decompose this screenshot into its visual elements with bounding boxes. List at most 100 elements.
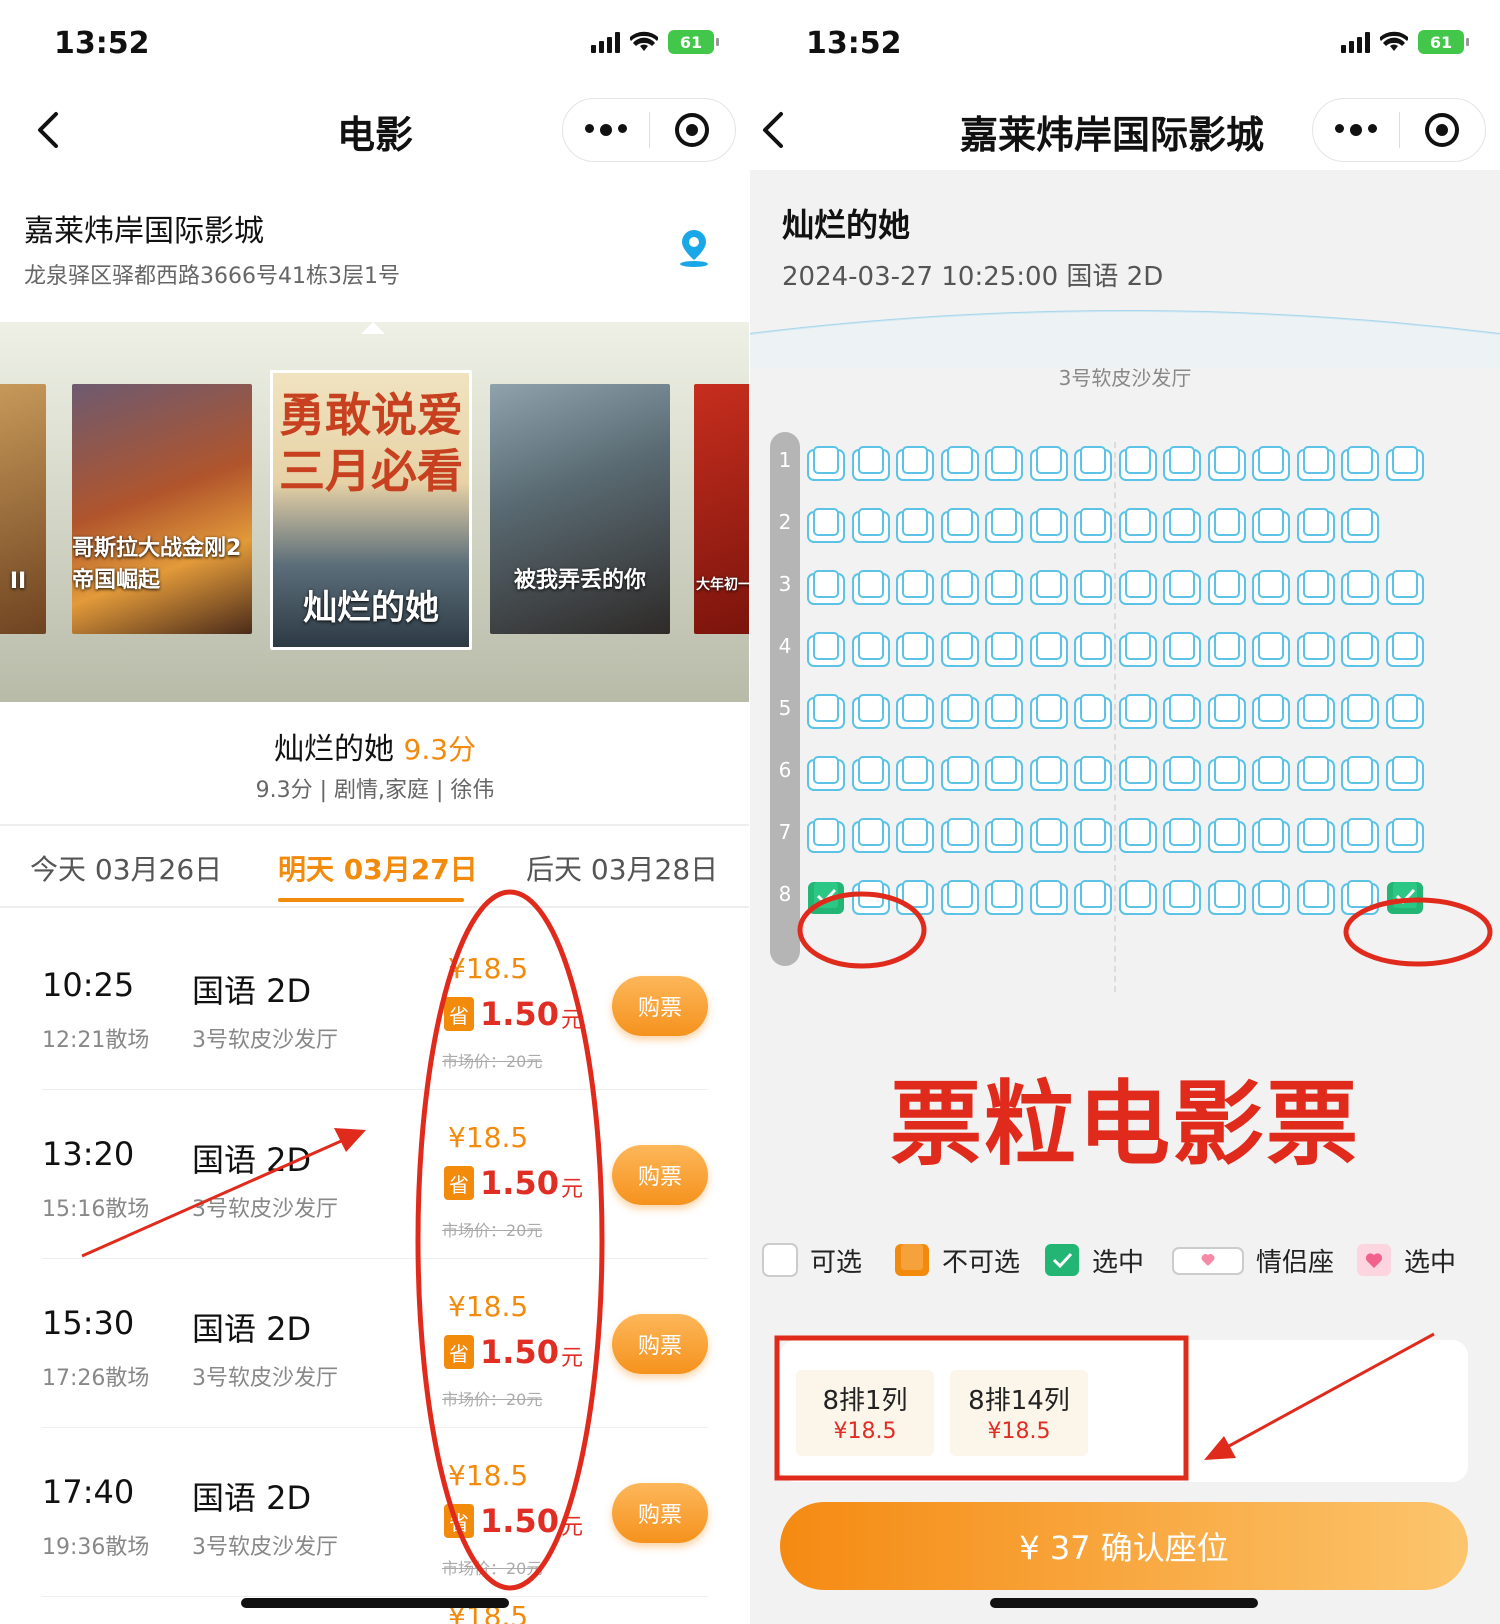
buy-ticket-button[interactable]: 购票	[612, 976, 708, 1036]
seat-available[interactable]	[1029, 630, 1069, 670]
seat-available[interactable]	[1073, 816, 1113, 856]
confirm-seat-button[interactable]: ¥ 37 确认座位	[780, 1502, 1468, 1590]
seat-available[interactable]	[895, 568, 935, 608]
seat-available[interactable]	[1207, 568, 1247, 608]
showtime-row[interactable]: 13:20 15:16散场 国语 2D 3号软皮沙发厅 ¥18.5 省 1.50 元市场价：2…	[0, 1091, 750, 1259]
seat-available[interactable]	[1385, 754, 1425, 794]
poster-selected-movie[interactable]: 勇敢说爱 三月必看 灿烂的她	[270, 370, 472, 650]
seat-available[interactable]	[1251, 568, 1291, 608]
seat-available[interactable]	[1296, 444, 1336, 484]
seat-available[interactable]	[1073, 444, 1113, 484]
seat-available[interactable]	[1251, 816, 1291, 856]
seat-available[interactable]	[851, 630, 891, 670]
more-icon[interactable]	[563, 124, 649, 136]
buy-ticket-button[interactable]: 购票	[612, 1314, 708, 1374]
seat-available[interactable]	[851, 754, 891, 794]
showtime-row[interactable]: 10:25 12:21散场 国语 2D 3号软皮沙发厅 ¥18.5 省 1.50 元市场价：2…	[0, 922, 750, 1090]
seat-available[interactable]	[1251, 506, 1291, 546]
seat-available[interactable]	[1251, 754, 1291, 794]
selected-seat-chip[interactable]: 8排1列 ¥18.5	[796, 1370, 934, 1456]
buy-ticket-button[interactable]: 购票	[612, 1145, 708, 1205]
seat-available[interactable]	[1207, 692, 1247, 732]
seat-available[interactable]	[984, 878, 1024, 918]
seat-available[interactable]	[984, 444, 1024, 484]
seat-available[interactable]	[806, 754, 846, 794]
poster-dune[interactable]: II	[0, 384, 46, 634]
seat-available[interactable]	[1207, 816, 1247, 856]
seat-available[interactable]	[1296, 568, 1336, 608]
seat-available[interactable]	[1118, 444, 1158, 484]
seat-available[interactable]	[1073, 692, 1113, 732]
seat-available[interactable]	[806, 692, 846, 732]
seat-available[interactable]	[984, 630, 1024, 670]
seat-available[interactable]	[984, 568, 1024, 608]
seat-available[interactable]	[1073, 754, 1113, 794]
seat-available[interactable]	[806, 630, 846, 670]
tab-today[interactable]: 今天 03月26日	[30, 848, 222, 888]
seat-map[interactable]: 1 2 3 4 5 6 7 8	[770, 432, 1480, 992]
seat-available[interactable]	[1296, 506, 1336, 546]
seat-available[interactable]	[1251, 630, 1291, 670]
seat-available[interactable]	[1118, 816, 1158, 856]
seat-available[interactable]	[1118, 754, 1158, 794]
seat-available[interactable]	[1340, 630, 1380, 670]
seat-available[interactable]	[1073, 568, 1113, 608]
seat-available[interactable]	[1073, 506, 1113, 546]
seat-available[interactable]	[1162, 568, 1202, 608]
seat-available[interactable]	[1029, 816, 1069, 856]
seat-available[interactable]	[1118, 506, 1158, 546]
close-target-icon[interactable]	[650, 113, 736, 147]
seat-available[interactable]	[895, 878, 935, 918]
seat-available[interactable]	[1029, 506, 1069, 546]
seat-available[interactable]	[1207, 506, 1247, 546]
seat-available[interactable]	[1162, 444, 1202, 484]
seat-available[interactable]	[1029, 568, 1069, 608]
seat-available[interactable]	[940, 692, 980, 732]
seat-available[interactable]	[1118, 568, 1158, 608]
seat-available[interactable]	[895, 444, 935, 484]
close-target-icon[interactable]	[1400, 113, 1486, 147]
seat-available[interactable]	[1118, 878, 1158, 918]
seat-selected[interactable]	[1385, 878, 1425, 918]
seat-available[interactable]	[1251, 878, 1291, 918]
seat-available[interactable]	[851, 506, 891, 546]
seat-available[interactable]	[984, 692, 1024, 732]
seat-available[interactable]	[1118, 692, 1158, 732]
seat-available[interactable]	[895, 506, 935, 546]
seat-available[interactable]	[806, 568, 846, 608]
seat-available[interactable]	[1385, 816, 1425, 856]
seat-available[interactable]	[1162, 506, 1202, 546]
seat-available[interactable]	[1029, 692, 1069, 732]
poster-new-year[interactable]: 大年初一	[694, 384, 750, 634]
seat-available[interactable]	[806, 444, 846, 484]
seat-available[interactable]	[940, 568, 980, 608]
poster-carousel[interactable]: II 哥斯拉大战金刚2 帝国崛起 勇敢说爱 三月必看 灿烂的她 被我弄丢的你 大年…	[0, 322, 750, 702]
seat-available[interactable]	[851, 444, 891, 484]
seat-available[interactable]	[940, 444, 980, 484]
seat-available[interactable]	[1251, 444, 1291, 484]
seat-available[interactable]	[1296, 816, 1336, 856]
seat-available[interactable]	[984, 816, 1024, 856]
seat-available[interactable]	[1340, 692, 1380, 732]
showtime-row[interactable]: 15:30 17:26散场 国语 2D 3号软皮沙发厅 ¥18.5 省 1.50 元市场价：2…	[0, 1260, 750, 1428]
seat-available[interactable]	[1162, 754, 1202, 794]
seat-available[interactable]	[1340, 878, 1380, 918]
seat-available[interactable]	[1385, 568, 1425, 608]
seat-available[interactable]	[851, 568, 891, 608]
seat-available[interactable]	[984, 754, 1024, 794]
seat-available[interactable]	[1340, 754, 1380, 794]
seat-available[interactable]	[1162, 878, 1202, 918]
seat-available[interactable]	[1029, 754, 1069, 794]
back-arrow-icon[interactable]	[755, 108, 795, 152]
seat-available[interactable]	[940, 754, 980, 794]
seat-available[interactable]	[895, 692, 935, 732]
seat-available[interactable]	[1207, 878, 1247, 918]
more-icon[interactable]	[1313, 124, 1399, 136]
seat-available[interactable]	[1340, 444, 1380, 484]
seat-available[interactable]	[1162, 630, 1202, 670]
seat-available[interactable]	[1029, 444, 1069, 484]
seat-available[interactable]	[984, 506, 1024, 546]
seat-available[interactable]	[1340, 568, 1380, 608]
location-pin-icon[interactable]	[676, 228, 712, 268]
seat-available[interactable]	[1340, 816, 1380, 856]
